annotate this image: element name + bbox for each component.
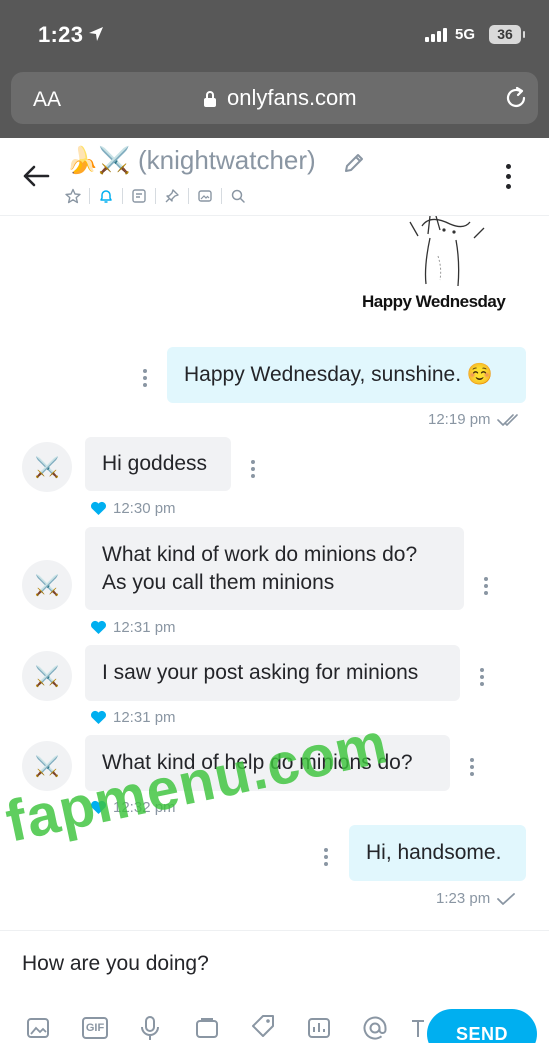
message-input[interactable] [22, 949, 522, 979]
message-meta: 12:31 pm [90, 619, 176, 636]
check-icon [497, 892, 516, 905]
send-button[interactable]: SEND [427, 1009, 537, 1043]
network-type: 5G [455, 26, 476, 43]
message-time: 1:23 pm [436, 890, 491, 907]
message-time: 12:31 pm [113, 709, 176, 726]
incoming-message[interactable]: What kind of work do minions do? As you … [85, 527, 464, 610]
text-size-button[interactable]: AA [33, 88, 61, 112]
chat-header-actions [62, 186, 249, 206]
browser-bar: AA onlyfans.com [0, 70, 549, 138]
chat-user-name[interactable]: 🍌⚔️ (knightwatcher) [66, 145, 316, 176]
incoming-message[interactable]: Hi goddess [85, 437, 231, 491]
message-meta: 12:32 pm [90, 799, 176, 816]
message-text: What kind of help do minions do? [102, 751, 413, 774]
message-options-icon[interactable] [484, 577, 488, 595]
message-options-icon[interactable] [324, 848, 328, 866]
back-arrow-icon[interactable] [22, 164, 50, 188]
gif-icon[interactable]: GIF [82, 1017, 108, 1039]
chat-header: 🍌⚔️ (knightwatcher) [0, 138, 549, 216]
avatar[interactable]: ⚔️ [22, 442, 72, 492]
cellular-signal-icon [425, 28, 447, 42]
avatar-glyph: ⚔️ [34, 755, 60, 778]
message-options-icon[interactable] [143, 369, 147, 387]
status-bar: 1:23 5G 36 [0, 0, 549, 70]
star-icon[interactable] [62, 186, 84, 206]
battery-icon: 36 [489, 25, 525, 44]
sticker-caption: Happy Wednesday [362, 292, 506, 311]
message-text: I saw your post asking for minions [102, 661, 419, 684]
pin-icon[interactable] [161, 186, 183, 206]
message-text-line-1: What kind of work do minions do? [102, 542, 418, 566]
message-text: Happy Wednesday, sunshine. ☺️ [184, 363, 494, 386]
text-format-icon[interactable] [410, 1017, 426, 1039]
heart-icon[interactable] [90, 800, 107, 815]
message-text-line-2: As you call them minions [102, 570, 335, 594]
address-bar[interactable]: AA onlyfans.com [11, 72, 538, 124]
status-time: 1:23 [38, 22, 84, 47]
heart-icon[interactable] [90, 620, 107, 635]
avatar[interactable]: ⚔️ [22, 560, 72, 610]
message-options-icon[interactable] [480, 668, 484, 686]
double-check-icon [496, 413, 518, 426]
message-text: Hi goddess [102, 452, 208, 475]
lock-icon [204, 91, 216, 107]
avatar[interactable]: ⚔️ [22, 741, 72, 791]
heart-icon[interactable] [90, 501, 107, 516]
avatar-glyph: ⚔️ [34, 574, 60, 597]
gif-label: GIF [85, 1022, 105, 1034]
message-text: Hi, handsome. [366, 841, 502, 864]
message-time: 12:32 pm [113, 799, 176, 816]
price-tag-icon[interactable] [250, 1013, 276, 1039]
incoming-message[interactable]: What kind of help do minions do? [85, 735, 450, 791]
message-time: 12:19 pm [428, 411, 491, 428]
poll-icon[interactable] [307, 1017, 331, 1039]
message-options-icon[interactable] [470, 758, 474, 776]
notes-icon[interactable] [128, 186, 150, 206]
message-meta: 12:31 pm [90, 709, 176, 726]
avatar-glyph: ⚔️ [34, 665, 60, 688]
message-meta: 12:30 pm [90, 500, 176, 517]
outgoing-message[interactable]: Happy Wednesday, sunshine. ☺️ [167, 347, 526, 403]
message-time: 12:30 pm [113, 500, 176, 517]
avatar[interactable]: ⚔️ [22, 651, 72, 701]
url-text: onlyfans.com [227, 85, 357, 110]
outgoing-message[interactable]: Hi, handsome. [349, 825, 526, 881]
vault-icon[interactable] [195, 1017, 219, 1039]
gallery-icon[interactable] [194, 186, 216, 206]
more-options-icon[interactable] [506, 164, 511, 189]
message-meta: 12:19 pm [428, 411, 523, 428]
message-composer: GIF SEND [0, 930, 549, 1043]
message-meta: 1:23 pm [436, 890, 516, 907]
reload-icon[interactable] [504, 85, 528, 111]
heart-icon[interactable] [90, 710, 107, 725]
mention-icon[interactable] [362, 1015, 388, 1041]
bell-icon[interactable] [95, 186, 117, 206]
message-options-icon[interactable] [251, 460, 255, 478]
location-arrow-icon [89, 27, 103, 41]
incoming-message[interactable]: I saw your post asking for minions [85, 645, 460, 701]
avatar-glyph: ⚔️ [34, 456, 60, 479]
search-icon[interactable] [227, 186, 249, 206]
message-list[interactable]: Happy Wednesday Happy Wednesday, sunshin… [0, 216, 549, 930]
image-upload-icon[interactable] [26, 1017, 50, 1039]
edit-pencil-icon[interactable] [343, 152, 365, 174]
microphone-icon[interactable] [140, 1015, 160, 1041]
message-time: 12:31 pm [113, 619, 176, 636]
